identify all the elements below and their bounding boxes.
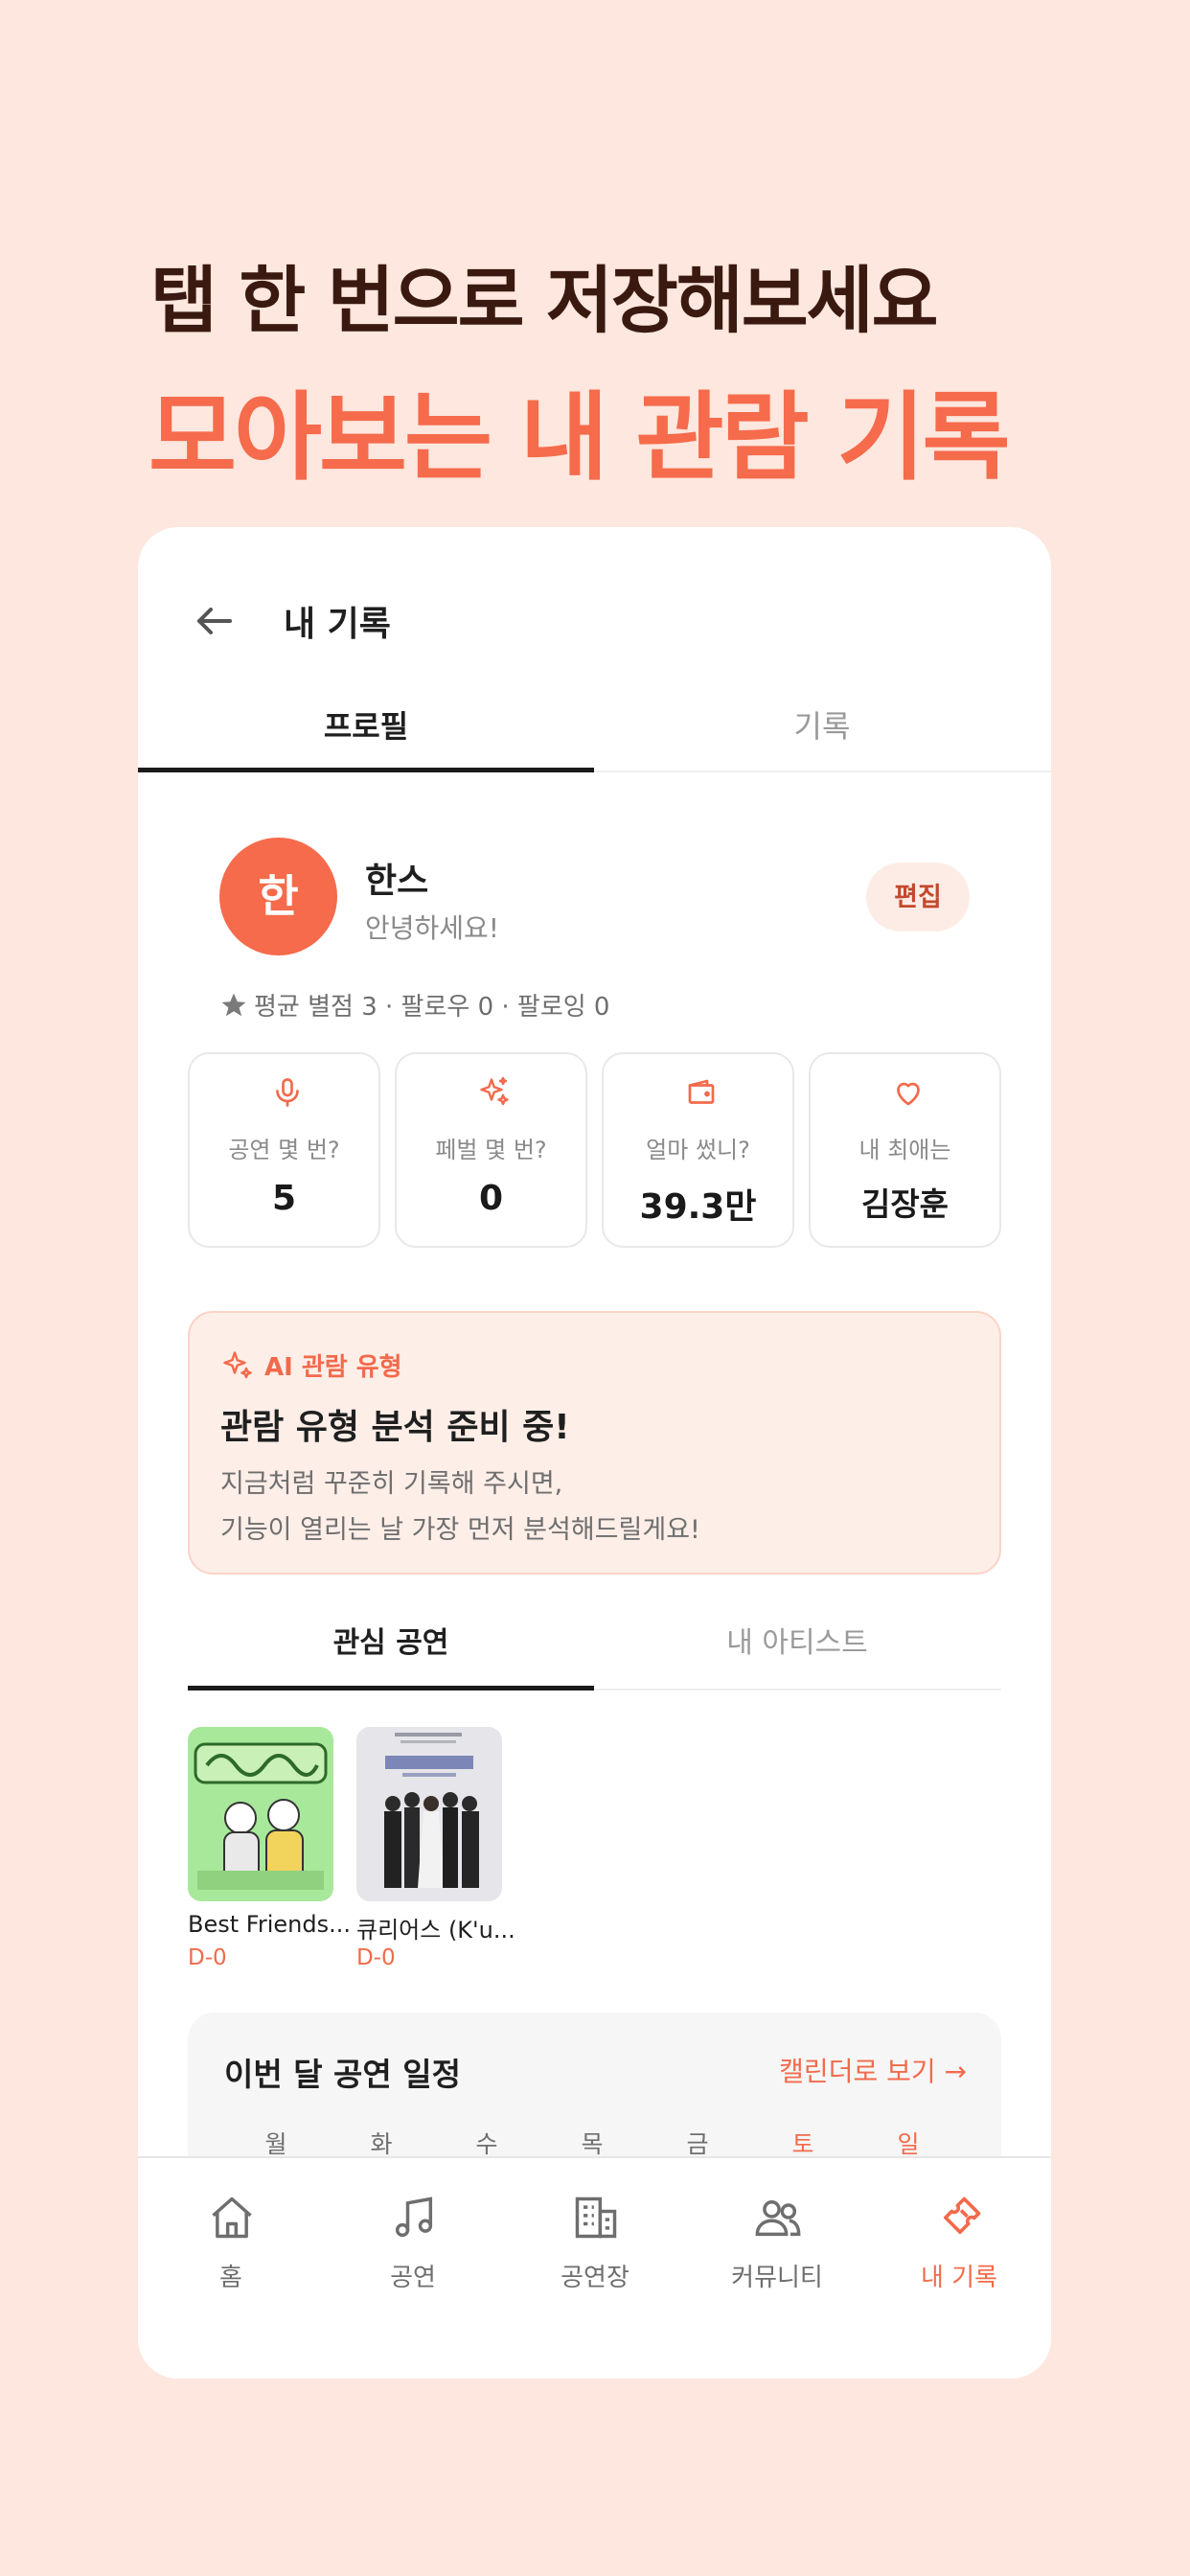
ai-title: 관람 유형 분석 준비 중! [220,1408,570,1447]
stat-value: 5 [271,1179,297,1218]
poster-title[interactable]: 큐리어스 (K'u... [356,1911,515,1944]
weekday-label: 금 [686,2130,709,2158]
interest-tabs: 관심 공연 내 아티스트 [188,1610,1001,1690]
main-tabs: 프로필 기록 [138,690,1051,772]
tab-indicator [138,768,594,772]
nav-label: 홈 [219,2264,242,2292]
nav-label: 커뮤니티 [731,2264,823,2292]
stat-value: 39.3만 [639,1187,757,1227]
nav-venues[interactable]: 공연장 [504,2158,686,2302]
tab-profile[interactable]: 프로필 [138,690,594,772]
wallet-icon [688,1079,715,1104]
stat-card-festivals[interactable]: 페벌 몇 번? 0 [395,1052,587,1248]
stat-label: 페벌 몇 번? [435,1137,547,1163]
weekday-label: 월 [264,2130,287,2158]
stat-value: 0 [478,1179,504,1218]
people-icon [755,2200,801,2237]
avatar[interactable]: 한 [219,838,337,955]
nav-label: 공연 [390,2264,436,2292]
star-icon [221,993,246,1016]
edit-profile-button[interactable]: 편집 [866,862,970,932]
user-bio: 안녕하세요! [365,912,500,944]
promo-title: 모아보는 내 관람 기록 [149,381,1010,494]
ai-description: 기능이 열리는 날 가장 먼저 분석해드릴게요! [220,1515,700,1545]
user-name: 한스 [365,862,429,901]
weekday-label: 화 [370,2130,393,2158]
ai-description: 지금처럼 꾸준히 기록해 주시면, [220,1469,563,1499]
profile-stats-text: 평균 별점 3 · 팔로우 0 · 팔로잉 0 [254,993,610,1022]
sparkles-icon [480,1076,509,1106]
microphone-icon [276,1078,299,1107]
stat-label: 내 최애는 [858,1137,951,1163]
poster-dday: D-0 [188,1945,227,1970]
profile-stats: 평균 별점 3 · 팔로우 0 · 팔로잉 0 [219,987,609,1023]
home-icon [212,2196,252,2239]
stat-label: 공연 몇 번? [228,1137,340,1163]
building-icon [575,2196,617,2239]
page-title: 내 기록 [284,605,391,644]
app-header: 내 기록 [138,527,1051,709]
arrow-left-icon[interactable] [192,598,238,644]
poster-dday: D-0 [356,1945,396,1970]
weekday-label: 수 [475,2130,498,2158]
ticket-icon [943,2196,981,2235]
stat-card-shows[interactable]: 공연 몇 번? 5 [188,1052,380,1248]
ai-tag: AI 관람 유형 [220,1347,402,1383]
weekday-label: 목 [581,2130,604,2158]
nav-label: 공연장 [561,2264,629,2292]
nav-shows[interactable]: 공연 [322,2158,504,2302]
stat-card-spending[interactable]: 얼마 썼니? 39.3만 [602,1052,794,1248]
promo-headline: 탭 한 번으로 저장해보세요 [150,258,938,343]
phone-screen: 내 기록 프로필 기록 한 한스 안녕하세요! 편집 평균 별점 3 · 팔로우… [138,527,1051,2379]
sparkles-icon [223,1350,252,1378]
tab-interest-shows[interactable]: 관심 공연 [188,1610,594,1690]
nav-community[interactable]: 커뮤니티 [686,2158,868,2302]
bottom-navigation: 홈 공연 공연장 커뮤니티 내 기록 [138,2156,1051,2379]
ai-type-card[interactable]: AI 관람 유형 관람 유형 분석 준비 중! 지금처럼 꾸준히 기록해 주시면… [188,1311,1001,1575]
tab-my-artists[interactable]: 내 아티스트 [594,1610,1000,1690]
poster-image[interactable] [356,1727,502,1901]
nav-home[interactable]: 홈 [140,2158,322,2302]
stat-label: 얼마 썼니? [646,1137,750,1163]
heart-icon [897,1082,920,1106]
calendar-title: 이번 달 공연 일정 [224,2056,461,2093]
nav-label: 내 기록 [920,2264,998,2292]
nav-my-records[interactable]: 내 기록 [868,2158,1050,2302]
weekday-label: 일 [897,2130,920,2158]
stat-card-favorite[interactable]: 내 최애는 김장훈 [809,1052,1001,1248]
stat-value: 김장훈 [860,1185,950,1223]
poster-title[interactable]: Best Friends... [188,1911,351,1938]
calendar-link[interactable]: 캘린더로 보기 → [779,2051,967,2089]
ai-tag-label: AI 관람 유형 [264,1353,402,1382]
music-note-icon [395,2196,433,2238]
tab-indicator [188,1686,594,1690]
poster-image[interactable] [188,1727,333,1901]
weekday-label: 토 [791,2130,814,2158]
tab-records[interactable]: 기록 [594,690,1050,772]
